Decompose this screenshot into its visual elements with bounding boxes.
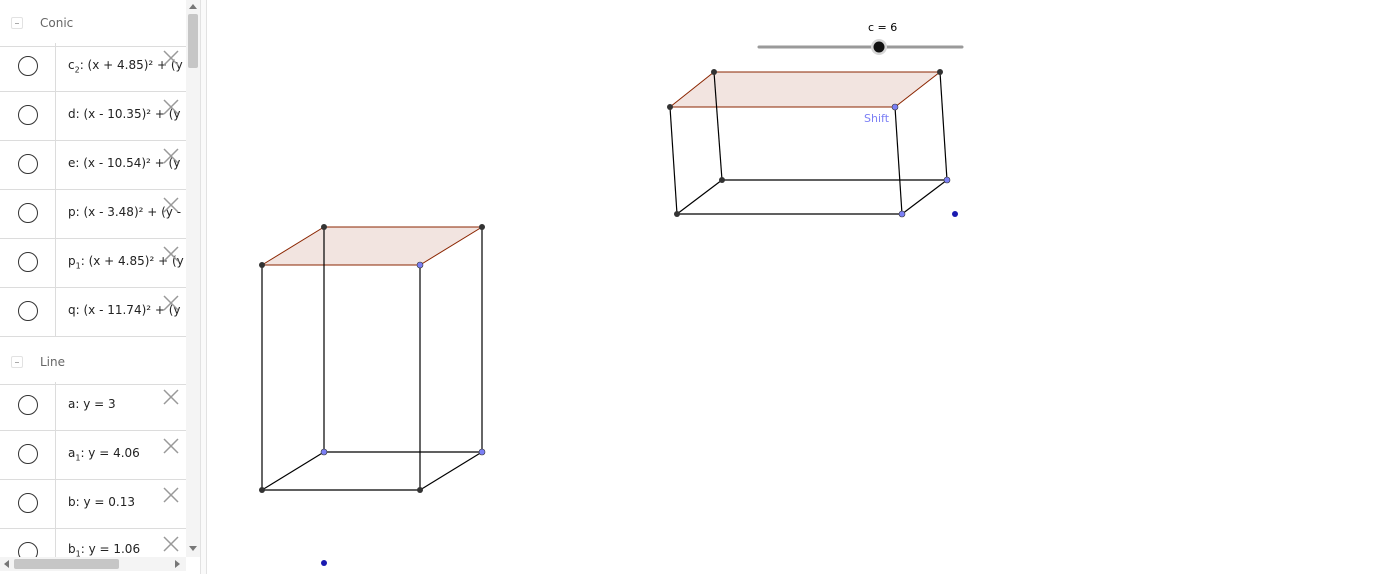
free-point[interactable] <box>898 210 906 218</box>
vertical-scrollbar[interactable] <box>186 0 200 557</box>
delete-icon[interactable] <box>162 486 180 504</box>
group-header-conic[interactable]: Conic <box>0 0 186 47</box>
visibility-toggle-icon[interactable] <box>18 203 38 223</box>
visibility-cell <box>0 141 56 189</box>
algebra-item[interactable]: q: (x - 11.74)² + (y <box>0 288 186 337</box>
collapse-toggle-icon[interactable] <box>11 17 23 29</box>
visibility-toggle-icon[interactable] <box>18 154 38 174</box>
delete-icon[interactable] <box>162 147 180 165</box>
horizontal-scrollbar[interactable] <box>0 557 186 571</box>
scroll-up-arrow-icon[interactable] <box>189 3 197 9</box>
visibility-toggle-icon[interactable] <box>18 444 38 464</box>
point[interactable] <box>259 487 265 493</box>
point[interactable] <box>719 177 725 183</box>
delete-icon[interactable] <box>162 535 180 553</box>
free-point[interactable] <box>320 448 328 456</box>
visibility-toggle-icon[interactable] <box>18 56 38 76</box>
visibility-toggle-icon[interactable] <box>18 542 38 557</box>
visibility-cell <box>0 480 56 528</box>
point[interactable] <box>711 69 717 75</box>
algebra-item[interactable]: b: y = 0.13 <box>0 480 186 529</box>
left-box-edges <box>261 227 483 491</box>
algebra-item[interactable]: a: y = 3 <box>0 382 186 431</box>
scroll-right-arrow-icon[interactable] <box>175 560 181 568</box>
delete-icon[interactable] <box>162 245 180 263</box>
free-point[interactable] <box>478 448 486 456</box>
scroll-down-arrow-icon[interactable] <box>189 546 197 552</box>
point[interactable] <box>321 224 327 230</box>
delete-icon[interactable] <box>162 388 180 406</box>
visibility-cell <box>0 529 56 557</box>
collapse-toggle-icon[interactable] <box>11 356 23 368</box>
delete-icon[interactable] <box>162 98 180 116</box>
algebra-item[interactable]: c2: (x + 4.85)² + (y <box>0 43 186 92</box>
point[interactable] <box>417 487 423 493</box>
algebra-item[interactable]: d: (x - 10.35)² + (y <box>0 92 186 141</box>
delete-icon[interactable] <box>162 49 180 67</box>
graphics-view[interactable]: Shift c = 6 <box>207 0 1382 574</box>
delete-icon[interactable] <box>162 294 180 312</box>
slider-label: c = 6 <box>868 21 898 34</box>
visibility-cell <box>0 190 56 238</box>
point[interactable] <box>674 211 680 217</box>
algebra-list: Conic c2: (x + 4.85)² + (y d: (x - 10.35… <box>0 0 186 557</box>
free-point[interactable] <box>891 103 899 111</box>
group-header-line[interactable]: Line <box>0 338 186 385</box>
algebra-item[interactable]: e: (x - 10.54)² + (y <box>0 141 186 190</box>
algebra-item[interactable]: a1: y = 4.06 <box>0 431 186 480</box>
delete-icon[interactable] <box>162 196 180 214</box>
visibility-toggle-icon[interactable] <box>18 301 38 321</box>
visibility-cell <box>0 288 56 336</box>
group-label: Conic <box>40 16 74 30</box>
visibility-cell <box>0 431 56 479</box>
scroll-left-arrow-icon[interactable] <box>3 560 9 568</box>
visibility-cell <box>0 239 56 287</box>
point[interactable] <box>667 104 673 110</box>
point[interactable] <box>479 224 485 230</box>
group-label: Line <box>40 355 66 369</box>
visibility-cell <box>0 382 56 430</box>
graphics-canvas[interactable]: Shift <box>207 0 1382 574</box>
panel-divider[interactable] <box>200 0 207 574</box>
blue-point[interactable] <box>952 211 958 217</box>
algebra-item[interactable]: p1: (x + 4.85)² + (y <box>0 239 186 288</box>
visibility-cell <box>0 92 56 140</box>
algebra-item[interactable]: p: (x - 3.48)² + (y - <box>0 190 186 239</box>
algebra-item[interactable]: b1: y = 1.06 <box>0 529 186 557</box>
point[interactable] <box>937 69 943 75</box>
top-face-right[interactable] <box>668 71 942 108</box>
visibility-toggle-icon[interactable] <box>18 493 38 513</box>
visibility-cell <box>0 43 56 91</box>
algebra-view: Conic c2: (x + 4.85)² + (y d: (x - 10.35… <box>0 0 200 574</box>
visibility-toggle-icon[interactable] <box>18 395 38 415</box>
free-point[interactable] <box>416 261 424 269</box>
delete-icon[interactable] <box>162 437 180 455</box>
free-point[interactable] <box>943 176 951 184</box>
shift-label: Shift <box>864 112 890 125</box>
vertical-scroll-thumb[interactable] <box>188 14 198 68</box>
slider-knob[interactable] <box>873 41 885 53</box>
visibility-toggle-icon[interactable] <box>18 252 38 272</box>
horizontal-scroll-thumb[interactable] <box>14 559 119 569</box>
blue-point[interactable] <box>321 560 327 566</box>
top-face-left[interactable] <box>260 226 484 266</box>
point[interactable] <box>259 262 265 268</box>
visibility-toggle-icon[interactable] <box>18 105 38 125</box>
